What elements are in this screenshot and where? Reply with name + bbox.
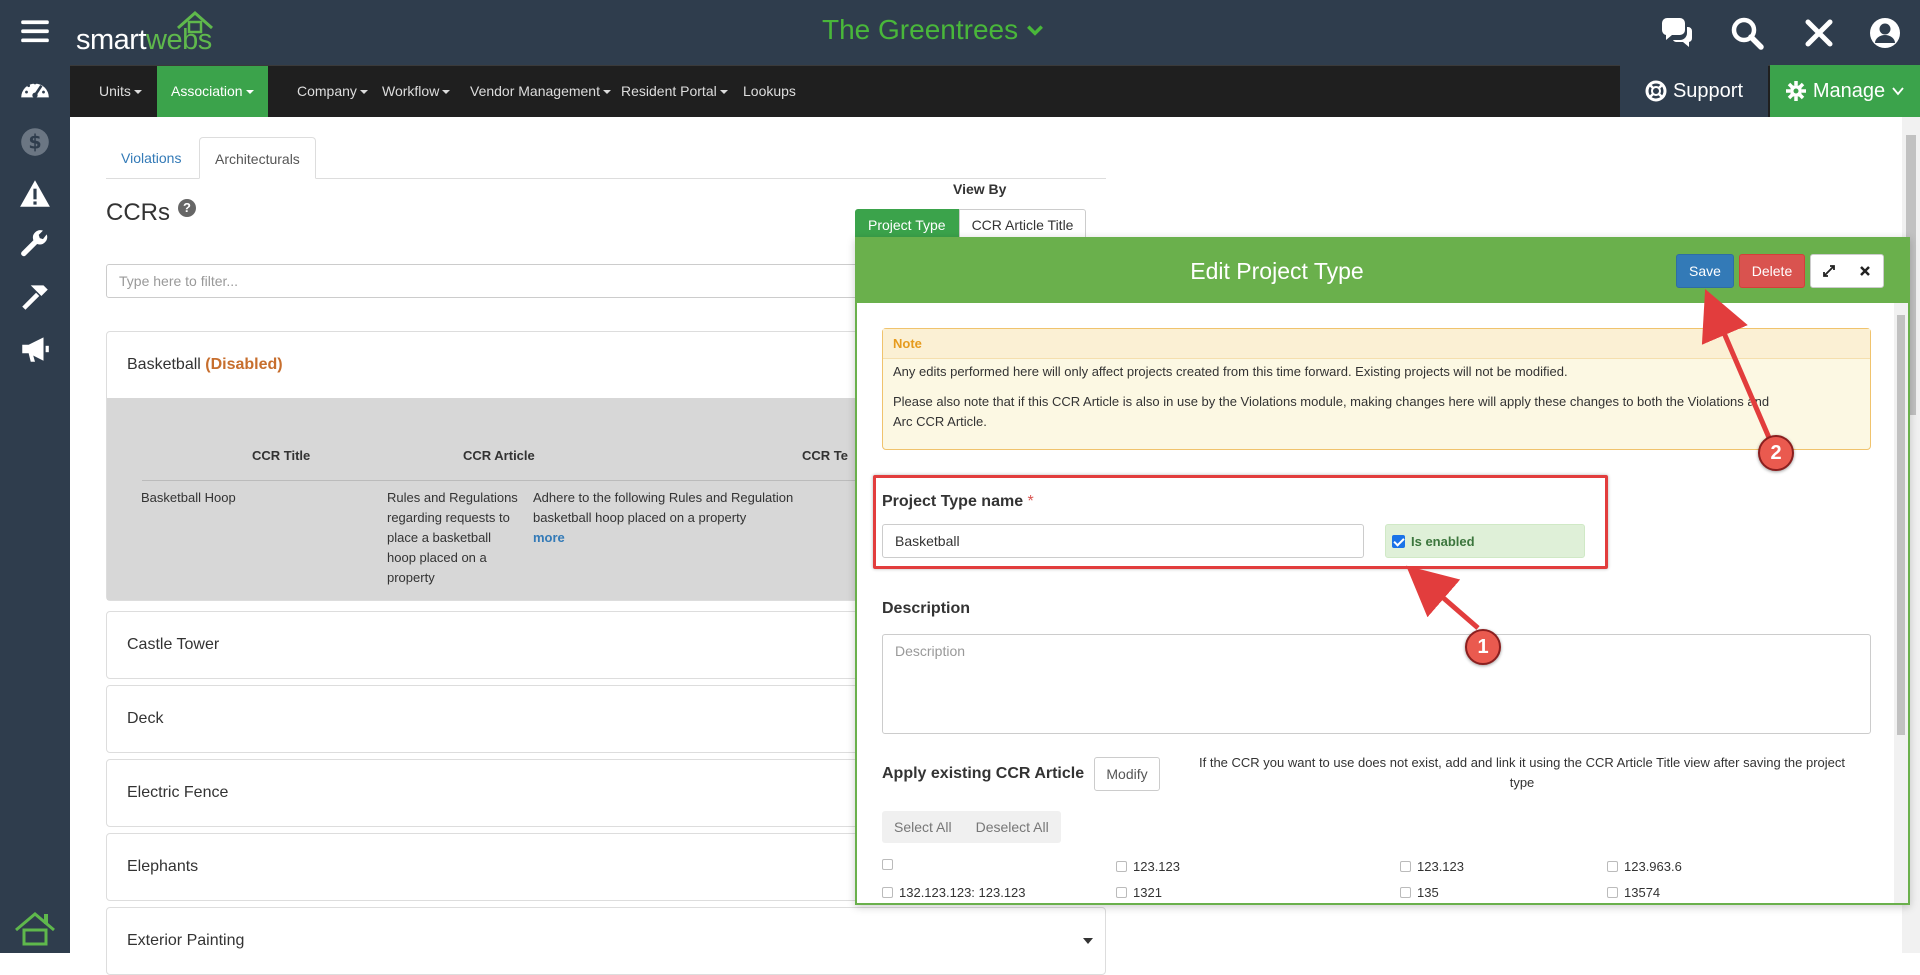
svg-text:$: $ (28, 130, 41, 153)
chevron-down-icon (1027, 25, 1044, 36)
caret-down-icon (719, 90, 728, 95)
cell-ccr-text: Adhere to the following Rules and Regula… (533, 488, 833, 548)
menu-lookups[interactable]: Lookups (729, 66, 810, 117)
menu-workflow[interactable]: Workflow (368, 66, 464, 117)
logo-house-icon (14, 908, 56, 948)
edit-project-type-modal: Edit Project Type Save Delete Note Any e… (855, 237, 1910, 905)
support-button[interactable]: Support (1620, 65, 1768, 117)
annotation-badge-1: 1 (1465, 629, 1501, 665)
caret-down-icon (442, 90, 451, 95)
note-alert: Note Any edits performed here will only … (882, 328, 1871, 450)
select-all-button[interactable]: Select All (882, 811, 964, 843)
life-ring-icon (1645, 80, 1667, 102)
modify-button[interactable]: Modify (1094, 757, 1160, 791)
window-controls (1810, 254, 1884, 288)
expand-icon[interactable] (1811, 255, 1847, 287)
ccr-checkbox-item[interactable]: 1321 (1116, 885, 1162, 900)
delete-button[interactable]: Delete (1739, 254, 1805, 288)
help-icon[interactable]: ? (178, 199, 196, 217)
description-textarea[interactable]: Description (882, 634, 1871, 734)
close-icon[interactable] (1798, 12, 1840, 54)
ccr-checkbox-item[interactable] (882, 859, 899, 870)
logo-text-webs: webs (146, 24, 212, 56)
module-tabs: Violations Architecturals (106, 137, 1106, 179)
menu-units[interactable]: Units (85, 66, 156, 117)
chat-icon[interactable] (1656, 12, 1698, 54)
menu-association[interactable]: Association (157, 66, 268, 117)
tenant-selector[interactable]: The Greentrees (822, 14, 1044, 46)
deselect-all-button[interactable]: Deselect All (964, 811, 1061, 843)
cell-ccr-article: Rules and Regulations regarding requests… (387, 490, 518, 585)
caret-down-icon[interactable] (1083, 938, 1093, 944)
annotation-badge-2: 2 (1758, 435, 1794, 471)
wrench-icon[interactable] (14, 224, 56, 266)
manage-button[interactable]: Manage (1770, 65, 1920, 117)
logo-text-smart: smart (76, 24, 147, 56)
apply-ccr-label: Apply existing CCR Article (882, 765, 1085, 782)
view-by-label: View By (953, 181, 1007, 197)
ccr-checkbox-item[interactable]: 123.123 (1116, 859, 1180, 874)
modal-title: Edit Project Type (1190, 258, 1364, 284)
ccr-checkbox-item[interactable]: 123.123 (1400, 859, 1464, 874)
ccr-checkbox-item[interactable]: 135 (1400, 885, 1439, 900)
close-icon[interactable] (1847, 255, 1883, 287)
caret-down-icon (359, 90, 368, 95)
modal-header: Edit Project Type Save Delete (857, 239, 1908, 303)
megaphone-icon[interactable] (14, 328, 56, 370)
caret-down-icon (133, 90, 142, 95)
ccr-checkbox-item[interactable]: 123.963.6 (1607, 859, 1682, 874)
caret-down-icon (245, 90, 254, 95)
smartwebs-logo[interactable]: smartwebs (76, 10, 246, 58)
column-header-ccr-title: CCR Title (252, 448, 311, 463)
ccr-checkbox-item[interactable]: 132.123.123: 123.123 (882, 885, 1026, 900)
column-header-ccr-article: CCR Article (463, 448, 535, 463)
note-text-1: Any edits performed here will only affec… (893, 364, 1568, 379)
menu-vendor-management[interactable]: Vendor Management (456, 66, 625, 117)
cell-ccr-title: Basketball Hoop (141, 490, 236, 505)
select-buttons: Select All Deselect All (882, 811, 1061, 843)
search-icon[interactable] (1726, 12, 1768, 54)
manage-label: Manage (1812, 79, 1886, 102)
filter-input[interactable]: Type here to filter... (106, 264, 866, 298)
tab-violations[interactable]: Violations (106, 137, 196, 179)
dashboard-icon[interactable] (14, 70, 56, 112)
left-icon-rail: $ (0, 0, 70, 953)
disabled-badge: (Disabled) (205, 356, 283, 373)
menu-icon[interactable] (14, 10, 56, 52)
menu-resident-portal[interactable]: Resident Portal (607, 66, 742, 117)
user-icon[interactable] (1864, 12, 1906, 54)
ccr-checkbox-item[interactable]: 13574 (1607, 885, 1660, 900)
tab-architecturals[interactable]: Architecturals (199, 137, 316, 179)
support-label: Support (1672, 79, 1744, 102)
annotation-highlight-box (873, 475, 1608, 569)
note-text-2: Please also note that if this CCR Articl… (893, 394, 1770, 429)
chevron-down-icon (1892, 87, 1904, 96)
ccr-hint-text: If the CCR you want to use does not exis… (1199, 755, 1845, 790)
hammer-icon[interactable] (14, 276, 56, 318)
modal-scrollbar[interactable] (1894, 303, 1908, 903)
panel-exterior-painting[interactable]: Exterior Painting (106, 907, 1106, 975)
gear-icon (1785, 81, 1806, 101)
page-title: CCRs ? (106, 199, 196, 227)
dollar-icon[interactable]: $ (14, 121, 56, 163)
warning-icon[interactable] (14, 173, 56, 215)
modal-body: Note Any edits performed here will only … (857, 303, 1897, 903)
description-label: Description (882, 600, 971, 617)
tenant-name: The Greentrees (822, 14, 1019, 45)
save-button[interactable]: Save (1676, 254, 1734, 288)
more-link[interactable]: more (533, 528, 833, 548)
top-header: smartwebs The Greentrees (70, 0, 1920, 65)
note-title: Note (883, 329, 1870, 359)
column-header-ccr-text: CCR Te (802, 448, 848, 463)
